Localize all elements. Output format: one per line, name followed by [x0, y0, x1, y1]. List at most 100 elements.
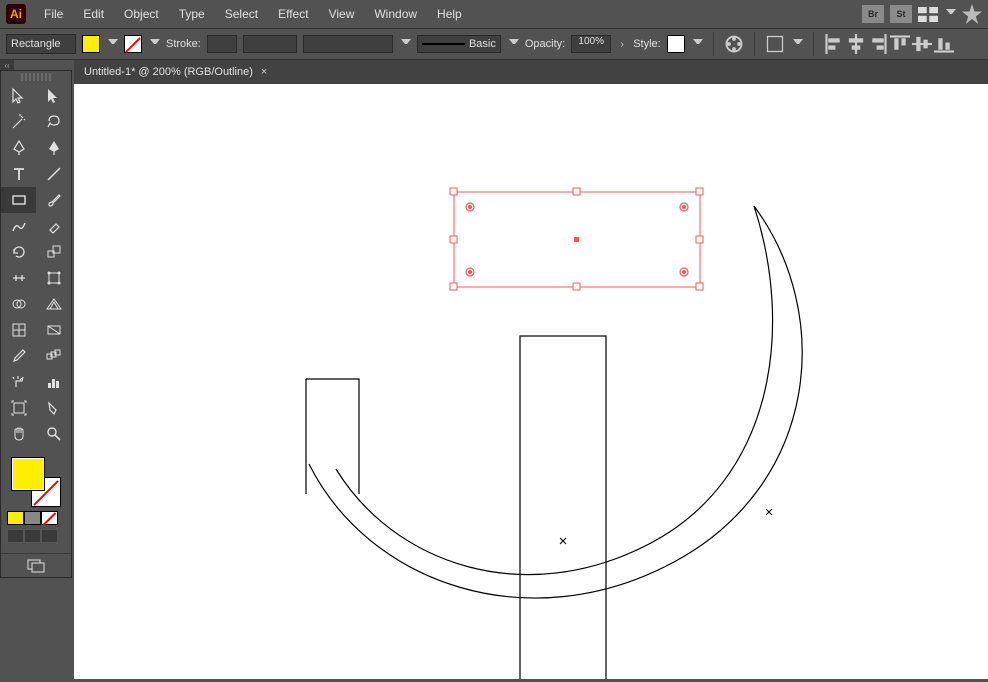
symbol-sprayer-tool[interactable]	[1, 369, 36, 395]
selection-bounding-box[interactable]	[450, 188, 703, 290]
shaper-tool[interactable]	[1, 213, 36, 239]
align-right-icon[interactable]	[868, 34, 888, 54]
color-controls	[1, 447, 71, 549]
tool-panel	[0, 70, 72, 578]
variable-width-profile[interactable]	[243, 35, 297, 53]
bridge-button[interactable]: Br	[862, 5, 884, 23]
draw-inside[interactable]	[41, 529, 58, 543]
canvas-wrap	[74, 84, 988, 679]
zoom-tool[interactable]	[36, 421, 71, 447]
align-to-icon[interactable]	[765, 34, 785, 54]
menu-window[interactable]: Window	[366, 3, 425, 25]
direct-selection-tool[interactable]	[36, 83, 71, 109]
shape-builder-tool[interactable]	[1, 291, 36, 317]
free-transform-tool[interactable]	[36, 265, 71, 291]
stroke-profile-dropdown-icon[interactable]	[509, 39, 519, 49]
artboard-tool[interactable]	[1, 395, 36, 421]
screen-mode-switch[interactable]	[1, 553, 71, 577]
stroke-swatch[interactable]	[124, 35, 142, 53]
fill-dropdown-icon[interactable]	[108, 39, 118, 49]
menu-object[interactable]: Object	[116, 3, 167, 25]
opacity-arrow-icon[interactable]: ›	[617, 37, 627, 51]
color-mode-gradient[interactable]	[24, 511, 41, 525]
align-hcenter-icon[interactable]	[846, 34, 866, 54]
pen-tool[interactable]	[1, 135, 36, 161]
draw-normal[interactable]	[7, 529, 24, 543]
perspective-grid-tool[interactable]	[36, 291, 71, 317]
recolor-artwork-icon[interactable]	[724, 34, 744, 54]
opacity-input[interactable]: 100%	[571, 35, 611, 53]
document-tab-strip: Untitled-1* @ 200% (RGB/Outline) ×	[74, 60, 988, 84]
draw-behind[interactable]	[24, 529, 41, 543]
separator	[713, 32, 714, 56]
menu-edit[interactable]: Edit	[75, 3, 112, 25]
color-mode-swatches	[7, 511, 65, 525]
rectangle-tool[interactable]	[1, 187, 36, 213]
align-to-dropdown-icon[interactable]	[793, 39, 803, 49]
document-tab[interactable]: Untitled-1* @ 200% (RGB/Outline) ×	[74, 60, 277, 84]
fill-swatch[interactable]	[82, 35, 100, 53]
menu-type[interactable]: Type	[171, 3, 213, 25]
color-mode-color[interactable]	[7, 511, 24, 525]
document-tab-title: Untitled-1* @ 200% (RGB/Outline)	[84, 66, 253, 78]
tool-grid	[1, 83, 71, 447]
opacity-label: Opacity:	[525, 38, 565, 50]
menubar-right: Br St	[862, 5, 982, 23]
stroke-line-icon	[422, 43, 465, 45]
slice-tool[interactable]	[36, 395, 71, 421]
align-bottom-icon[interactable]	[934, 34, 954, 54]
stock-button[interactable]: St	[890, 5, 912, 23]
separator	[813, 32, 814, 56]
align-vcenter-icon[interactable]	[912, 34, 932, 54]
eraser-tool[interactable]	[36, 213, 71, 239]
blend-tool[interactable]	[36, 343, 71, 369]
menu-help[interactable]: Help	[429, 3, 470, 25]
active-shape-name[interactable]: Rectangle	[6, 34, 76, 54]
menu-bar: Ai File Edit Object Type Select Effect V…	[0, 0, 988, 28]
panel-collapse-toggle[interactable]: ‹‹	[0, 60, 14, 70]
paintbrush-tool[interactable]	[36, 187, 71, 213]
align-top-icon[interactable]	[890, 34, 910, 54]
eyedropper-tool[interactable]	[1, 343, 36, 369]
close-tab-icon[interactable]: ×	[261, 66, 267, 78]
arrange-docs-icon[interactable]	[918, 6, 938, 22]
color-mode-none[interactable]	[41, 511, 58, 525]
column-graph-tool[interactable]	[36, 369, 71, 395]
gpu-preview-icon[interactable]	[962, 6, 982, 22]
drawing-modes	[7, 529, 65, 543]
canvas[interactable]	[74, 84, 988, 679]
brush-definition[interactable]	[303, 35, 393, 53]
type-tool[interactable]	[1, 161, 36, 187]
rotate-tool[interactable]	[1, 239, 36, 265]
width-tool[interactable]	[1, 265, 36, 291]
stroke-profile-label: Basic	[469, 38, 496, 50]
center-marks	[560, 509, 772, 544]
menu-file[interactable]: File	[36, 3, 71, 25]
stroke-swatch-dropdown-icon[interactable]	[150, 39, 160, 49]
brush-dropdown-icon[interactable]	[401, 39, 411, 49]
selection-tool[interactable]	[1, 83, 36, 109]
line-segment-tool[interactable]	[36, 161, 71, 187]
align-left-icon[interactable]	[824, 34, 844, 54]
artwork-outline[interactable]	[306, 206, 802, 679]
mesh-tool[interactable]	[1, 317, 36, 343]
lasso-tool[interactable]	[36, 109, 71, 135]
fill-color-box[interactable]	[11, 457, 45, 491]
panel-grip[interactable]	[21, 73, 51, 81]
app-logo: Ai	[6, 4, 26, 24]
options-bar: Rectangle Stroke: Basic Opacity: 100% › …	[0, 28, 988, 60]
style-swatch[interactable]	[667, 35, 685, 53]
menu-view[interactable]: View	[321, 3, 363, 25]
fill-stroke-indicator[interactable]	[11, 457, 61, 507]
curvature-tool[interactable]	[36, 135, 71, 161]
hand-tool[interactable]	[1, 421, 36, 447]
menu-select[interactable]: Select	[217, 3, 266, 25]
menu-effect[interactable]: Effect	[270, 3, 316, 25]
scale-tool[interactable]	[36, 239, 71, 265]
gradient-tool[interactable]	[36, 317, 71, 343]
arrange-dropdown-icon[interactable]	[946, 9, 956, 19]
magic-wand-tool[interactable]	[1, 109, 36, 135]
stroke-profile[interactable]: Basic	[417, 35, 501, 53]
stroke-weight-input[interactable]	[207, 35, 237, 53]
style-dropdown-icon[interactable]	[693, 39, 703, 49]
